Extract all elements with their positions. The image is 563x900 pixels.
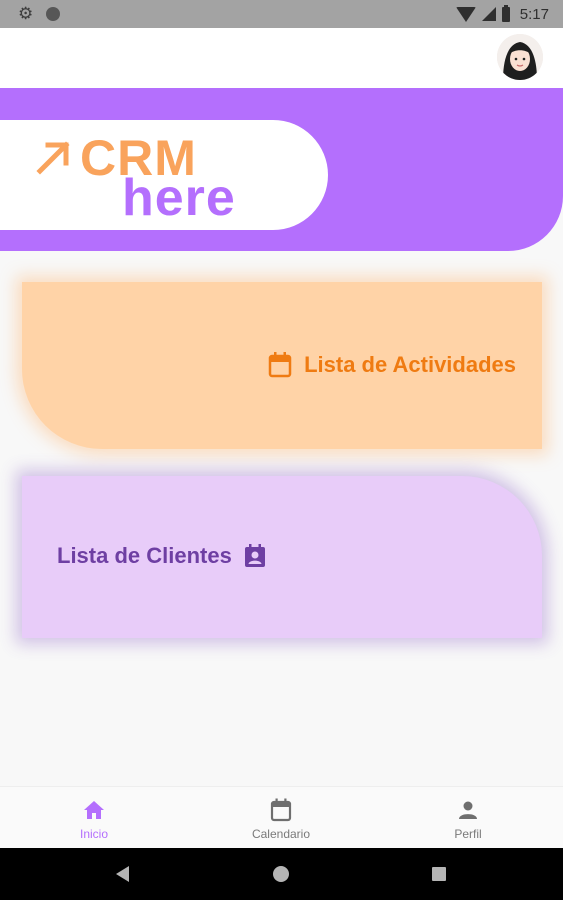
calendar-icon xyxy=(270,798,292,822)
nav-label-inicio: Inicio xyxy=(79,827,108,841)
home-icon xyxy=(84,801,104,819)
nav-label-calendario: Calendario xyxy=(251,827,311,841)
actividades-content: Lista de Actividades xyxy=(268,352,516,378)
actividades-card[interactable]: Lista de Actividades xyxy=(22,282,542,449)
calendar-icon xyxy=(268,352,292,378)
clientes-card[interactable]: Lista de Clientes xyxy=(22,476,542,638)
recents-icon[interactable] xyxy=(432,867,446,881)
logo-here-text: here xyxy=(122,169,236,227)
clientes-label: Lista de Clientes xyxy=(57,543,232,568)
system-navigation-bar xyxy=(0,848,563,900)
nav-item-inicio[interactable]: Inicio xyxy=(44,797,144,841)
home-button-icon[interactable] xyxy=(273,866,289,882)
status-bar: ⚙ 5:17 xyxy=(0,0,563,28)
nav-label-perfil: Perfil xyxy=(454,827,482,841)
nav-item-perfil[interactable]: Perfil xyxy=(418,797,518,841)
wifi-icon xyxy=(455,6,476,22)
circle-icon xyxy=(46,7,60,21)
signal-icon xyxy=(481,7,496,21)
contact-card-icon xyxy=(244,544,265,567)
person-icon xyxy=(459,801,477,819)
status-icons: 5:17 xyxy=(455,4,549,23)
status-time: 5:17 xyxy=(519,5,549,23)
nav-item-calendario[interactable]: Calendario xyxy=(231,797,331,841)
arrow-up-right-icon xyxy=(36,141,70,175)
actividades-label: Lista de Actividades xyxy=(304,352,516,377)
back-icon[interactable] xyxy=(116,866,129,882)
app-bar xyxy=(0,28,563,88)
battery-icon xyxy=(501,4,510,22)
settings-icon: ⚙ xyxy=(18,4,34,23)
bottom-navigation: Inicio Calendario Perfil xyxy=(0,786,563,848)
moon-icon[interactable] xyxy=(22,44,44,66)
avatar[interactable] xyxy=(497,34,543,80)
avatar-illustration xyxy=(497,34,543,80)
clientes-content: Lista de Clientes xyxy=(57,543,266,569)
